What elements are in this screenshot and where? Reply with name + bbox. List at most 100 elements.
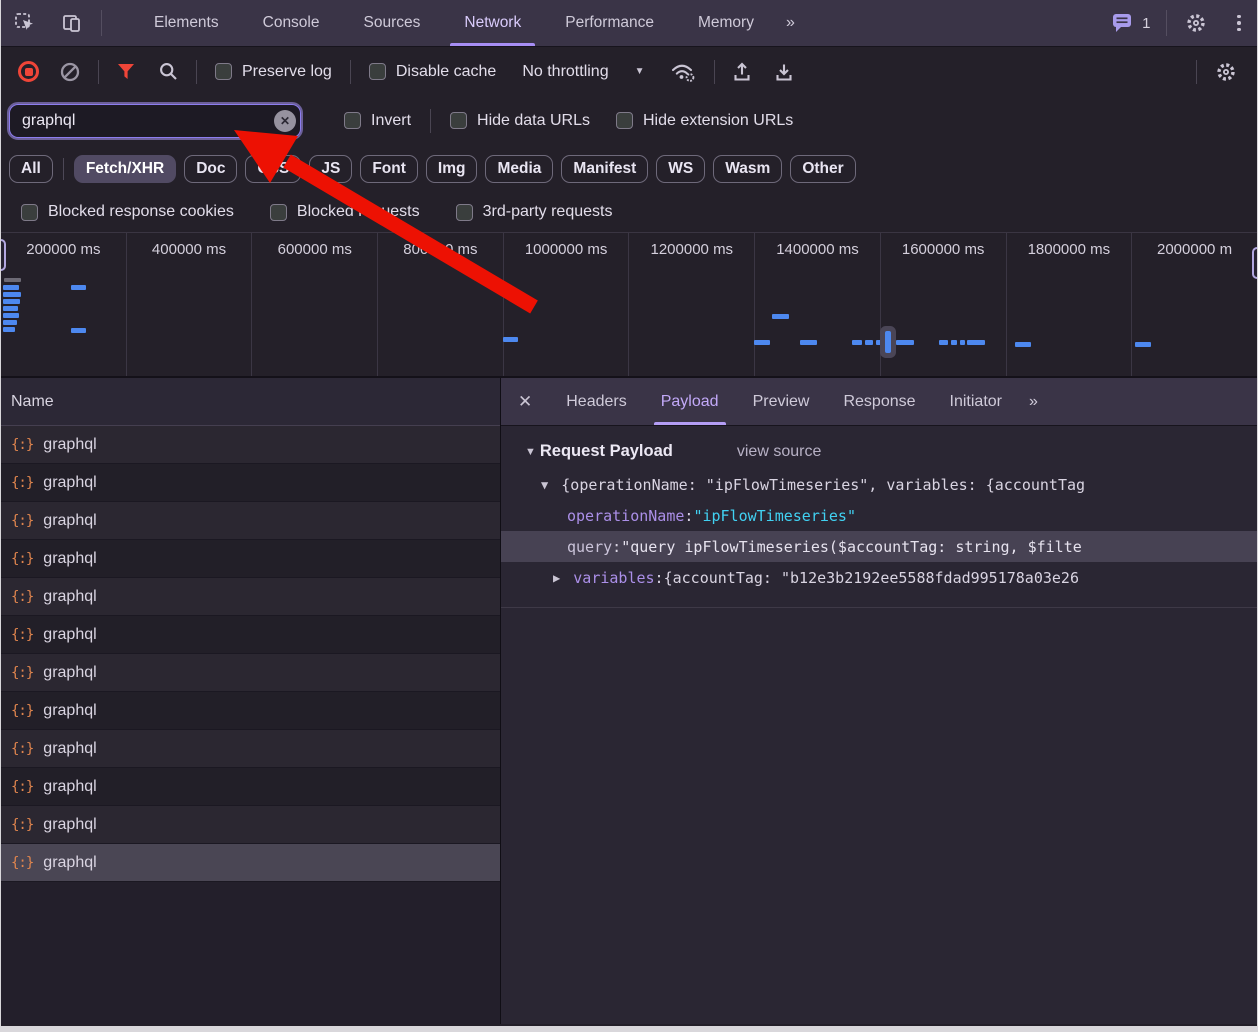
- clear-filter-icon[interactable]: ✕: [274, 110, 296, 132]
- chip-wasm[interactable]: Wasm: [713, 155, 782, 183]
- chip-ws[interactable]: WS: [656, 155, 705, 183]
- overview-left-handle[interactable]: [1, 239, 6, 271]
- collapse-triangle-icon[interactable]: ▼: [541, 478, 548, 492]
- section-title[interactable]: Request Payload: [540, 442, 673, 461]
- timeline-bar: [876, 340, 881, 345]
- more-tabs-icon[interactable]: »: [1019, 393, 1046, 411]
- request-row[interactable]: {:}graphql: [1, 806, 500, 844]
- chip-js[interactable]: JS: [309, 155, 352, 183]
- inspect-element-button[interactable]: [1, 0, 49, 46]
- blocked-response-cookies-checkbox[interactable]: [21, 204, 38, 221]
- third-party-requests-label: 3rd-party requests: [483, 203, 613, 221]
- json-braces-icon: {:}: [11, 627, 33, 643]
- chip-font[interactable]: Font: [360, 155, 418, 183]
- tab-elements[interactable]: Elements: [132, 0, 241, 46]
- chip-fetch-xhr[interactable]: Fetch/XHR: [74, 155, 176, 183]
- request-row[interactable]: {:}graphql: [1, 540, 500, 578]
- topbar-right-controls: 1: [1100, 0, 1257, 46]
- export-har-button[interactable]: [763, 47, 805, 96]
- detail-tabbar: ✕ Headers Payload Preview Response Initi…: [501, 378, 1257, 426]
- chip-media[interactable]: Media: [485, 155, 553, 183]
- timeline-tick: 400000 ms: [127, 233, 253, 376]
- chip-all[interactable]: All: [9, 155, 53, 183]
- json-braces-icon: {:}: [11, 513, 33, 529]
- hide-data-urls-checkbox[interactable]: [450, 112, 467, 129]
- request-row-selected[interactable]: {:}graphql: [1, 844, 500, 882]
- tab-sources[interactable]: Sources: [342, 0, 443, 46]
- settings-button[interactable]: [1171, 0, 1221, 46]
- payload-root-row[interactable]: ▼ {operationName: "ipFlowTimeseries", va…: [501, 469, 1257, 500]
- tab-payload[interactable]: Payload: [644, 378, 736, 425]
- search-icon: [158, 61, 179, 82]
- network-conditions-button[interactable]: [659, 47, 708, 96]
- timeline-tick: 1200000 ms: [629, 233, 755, 376]
- device-toolbar-button[interactable]: [49, 0, 97, 46]
- payload-value: "query ipFlowTimeseries($accountTag: str…: [621, 538, 1082, 556]
- main-menu-button[interactable]: [1221, 15, 1257, 32]
- clear-network-log-button[interactable]: [48, 47, 92, 96]
- invert-checkbox[interactable]: [344, 112, 361, 129]
- chip-css[interactable]: CSS: [245, 155, 301, 183]
- overview-track[interactable]: 200000 ms 400000 ms 600000 ms 800000 ms …: [1, 232, 1257, 378]
- tab-network[interactable]: Network: [442, 0, 543, 46]
- disable-cache-control: Disable cache: [357, 63, 509, 81]
- chip-doc[interactable]: Doc: [184, 155, 237, 183]
- tab-performance[interactable]: Performance: [543, 0, 676, 46]
- search-button[interactable]: [147, 47, 190, 96]
- third-party-requests-checkbox[interactable]: [456, 204, 473, 221]
- request-row[interactable]: {:}graphql: [1, 654, 500, 692]
- payload-row-query-selected[interactable]: query: "query ipFlowTimeseries($accountT…: [501, 531, 1257, 562]
- network-settings-button[interactable]: [1203, 47, 1249, 96]
- tab-memory[interactable]: Memory: [676, 0, 776, 46]
- tab-response[interactable]: Response: [826, 378, 932, 425]
- blocked-requests-label: Blocked requests: [297, 203, 420, 221]
- collapse-triangle-icon[interactable]: ▼: [525, 446, 536, 458]
- timeline-bar: [3, 285, 19, 290]
- hide-extension-urls-control: Hide extension URLs: [603, 112, 806, 130]
- expand-triangle-icon[interactable]: ▶: [553, 571, 560, 585]
- request-row[interactable]: {:}graphql: [1, 616, 500, 654]
- hide-data-urls-label: Hide data URLs: [477, 112, 590, 130]
- preserve-log-checkbox[interactable]: [215, 63, 232, 80]
- tab-initiator[interactable]: Initiator: [933, 378, 1019, 425]
- request-row[interactable]: {:}graphql: [1, 768, 500, 806]
- name-column-header[interactable]: Name: [1, 378, 500, 426]
- timeline-tick: 1600000 ms: [881, 233, 1007, 376]
- request-row[interactable]: {:}graphql: [1, 730, 500, 768]
- filter-input[interactable]: [9, 104, 301, 138]
- timeline-bar: [4, 278, 21, 282]
- filter-toggle-button[interactable]: [105, 47, 147, 96]
- more-tabs-icon[interactable]: »: [776, 14, 803, 32]
- chip-manifest[interactable]: Manifest: [561, 155, 648, 183]
- chip-img[interactable]: Img: [426, 155, 478, 183]
- request-row[interactable]: {:}graphql: [1, 502, 500, 540]
- blocked-requests-control: Blocked requests: [258, 203, 432, 221]
- request-type-filters: All Fetch/XHR Doc CSS JS Font Img Media …: [1, 145, 1257, 192]
- request-row[interactable]: {:}graphql: [1, 464, 500, 502]
- request-row[interactable]: {:}graphql: [1, 426, 500, 464]
- blocked-requests-checkbox[interactable]: [270, 204, 287, 221]
- record-network-log-button[interactable]: [18, 61, 39, 82]
- payload-key: variables: [573, 569, 654, 587]
- payload-row-variables[interactable]: ▶ variables: {accountTag: "b12e3b2192ee5…: [501, 562, 1257, 593]
- request-row[interactable]: {:}graphql: [1, 692, 500, 730]
- hide-extension-urls-checkbox[interactable]: [616, 112, 633, 129]
- chip-other[interactable]: Other: [790, 155, 855, 183]
- close-icon[interactable]: ✕: [501, 392, 549, 412]
- request-row[interactable]: {:}graphql: [1, 578, 500, 616]
- wifi-gear-icon: [670, 60, 697, 83]
- throttling-dropdown[interactable]: No throttling ▼: [508, 63, 658, 81]
- import-har-button[interactable]: [721, 47, 763, 96]
- tab-preview[interactable]: Preview: [736, 378, 827, 425]
- view-source-link[interactable]: view source: [737, 443, 821, 461]
- payload-key: query: [567, 538, 612, 556]
- issues-button[interactable]: 1: [1100, 13, 1162, 33]
- json-braces-icon: {:}: [11, 779, 33, 795]
- overview-right-handle[interactable]: [1252, 247, 1257, 279]
- timeline-grid: 200000 ms 400000 ms 600000 ms 800000 ms …: [1, 233, 1257, 376]
- tab-headers[interactable]: Headers: [549, 378, 643, 425]
- devtools-window: Elements Console Sources Network Perform…: [1, 0, 1257, 1026]
- payload-row-operation-name[interactable]: operationName: "ipFlowTimeseries": [501, 500, 1257, 531]
- tab-console[interactable]: Console: [241, 0, 342, 46]
- disable-cache-checkbox[interactable]: [369, 63, 386, 80]
